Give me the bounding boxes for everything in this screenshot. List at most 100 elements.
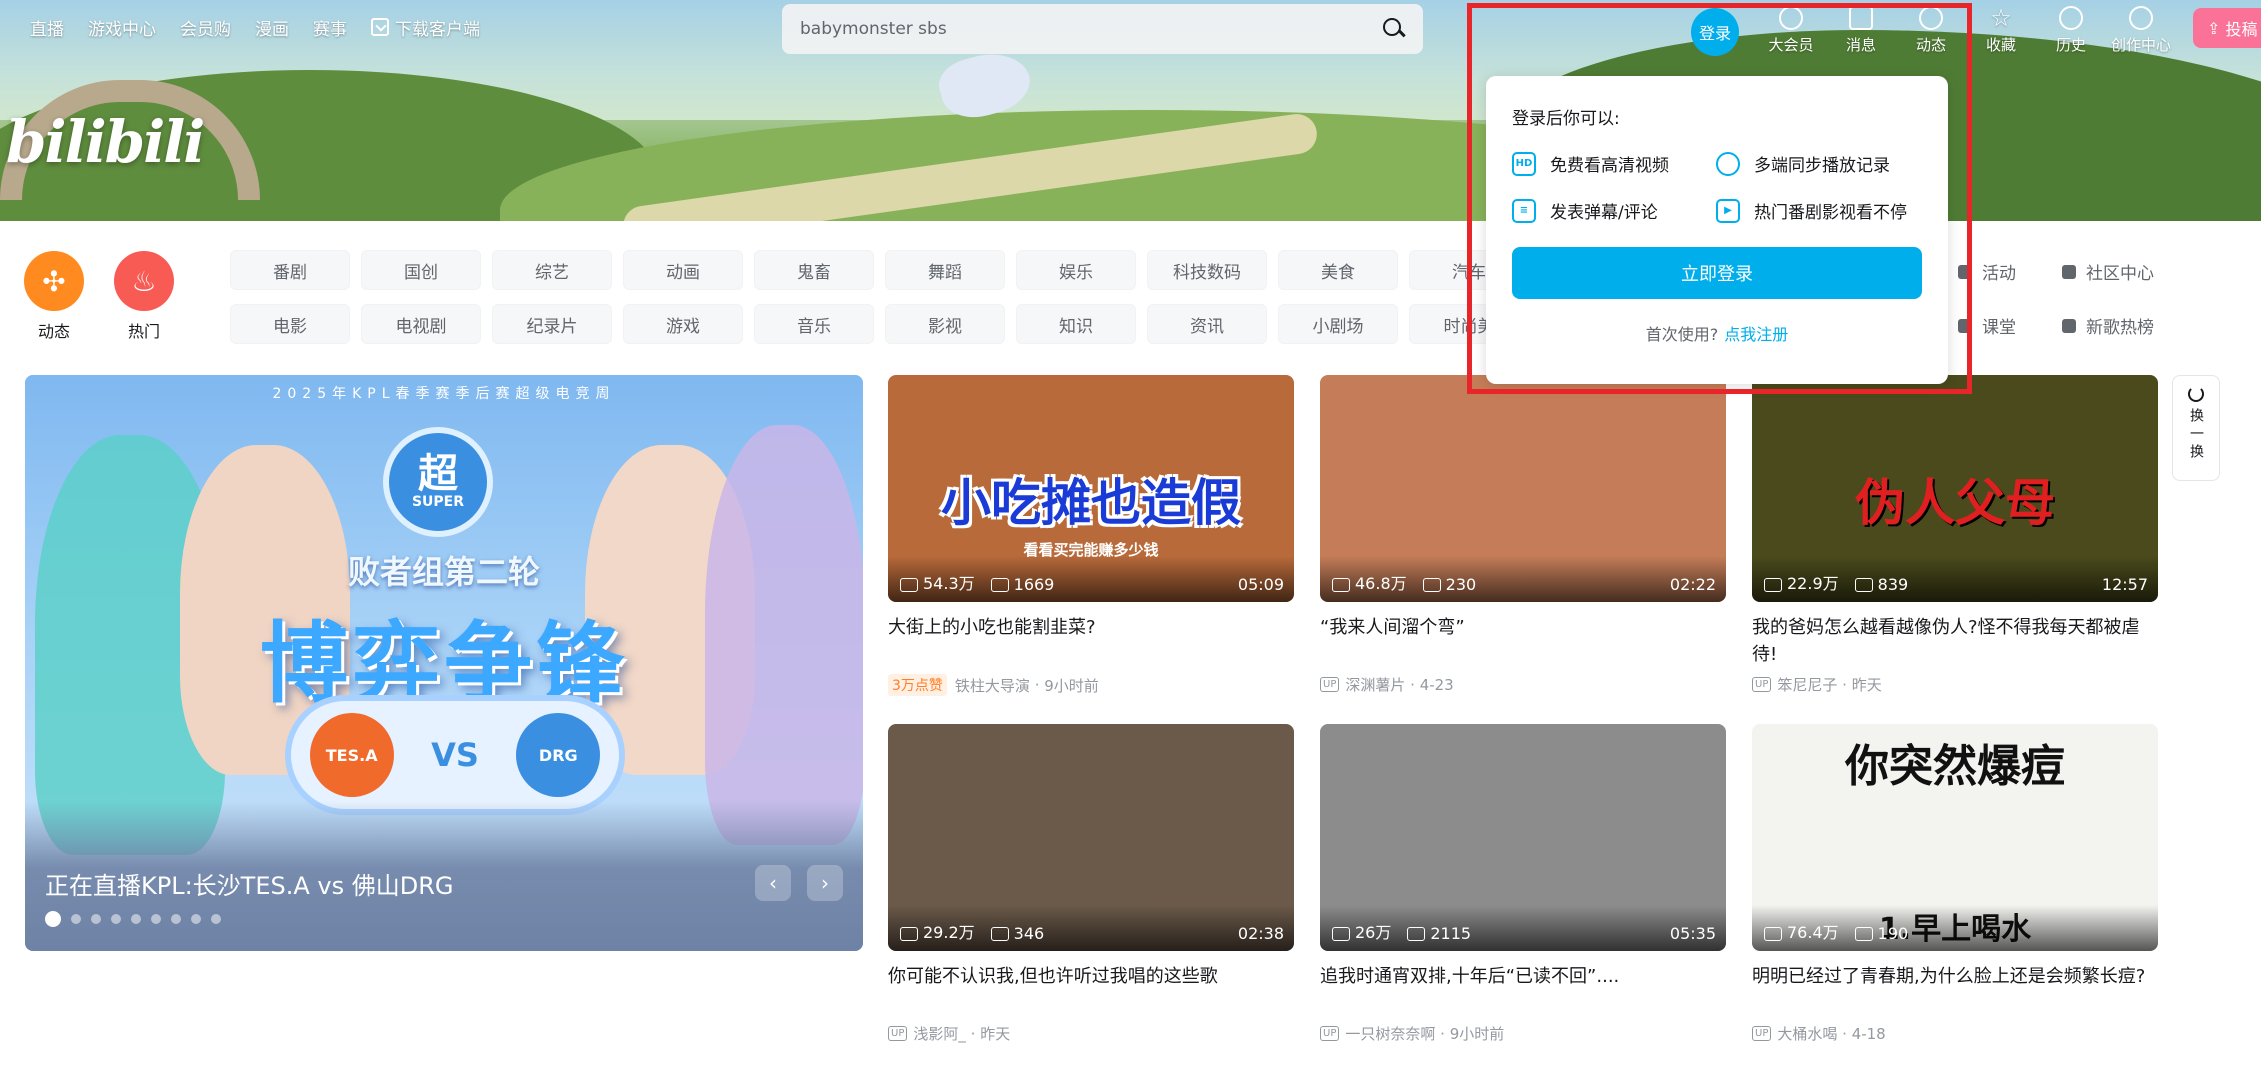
- video-card[interactable]: 小吃摊也造假 看看买完能赚多少钱 54.3万 1669 05:09 大街上的小吃也能割韭菜…: [888, 375, 1294, 696]
- search-bar: [782, 4, 1423, 54]
- video-author[interactable]: 铁柱大导演: [955, 675, 1030, 696]
- carousel-next-button[interactable]: ›: [807, 865, 843, 901]
- vs-label: VS: [431, 736, 479, 774]
- video-author[interactable]: 浅影阿_: [913, 1023, 966, 1044]
- entry-label: 动态: [1915, 36, 1946, 54]
- video-stats: 26万 2115 05:35: [1320, 905, 1726, 951]
- nav-item-live[interactable]: 直播: [30, 15, 64, 40]
- channel-pill[interactable]: 科技数码: [1147, 250, 1267, 290]
- search-icon[interactable]: [1383, 18, 1405, 40]
- danmaku-icon: ≡: [1512, 198, 1536, 223]
- channel-pill[interactable]: 综艺: [492, 250, 612, 290]
- carousel-dot[interactable]: [171, 914, 181, 924]
- video-thumbnail[interactable]: 29.2万 346 02:38: [888, 724, 1294, 951]
- video-card[interactable]: 46.8万 230 02:22 “我来人间溜个弯” UP 深渊薯片 · 4-23: [1320, 375, 1726, 695]
- channel-pill[interactable]: 知识: [1016, 304, 1136, 344]
- nav-item-manga[interactable]: 漫画: [255, 15, 289, 40]
- video-author[interactable]: 笨尼尼子: [1777, 674, 1837, 695]
- carousel-dot[interactable]: [191, 914, 201, 924]
- video-author[interactable]: 大桶水喝: [1777, 1023, 1837, 1044]
- side-link-label: 课堂: [1982, 318, 2016, 338]
- entry-dynamic[interactable]: 动态: [1896, 2, 1966, 55]
- channel-pill[interactable]: 电影: [230, 304, 350, 344]
- hot-channel-button[interactable]: ♨: [114, 251, 174, 311]
- channel-pill[interactable]: 美食: [1278, 250, 1398, 290]
- entry-favorites[interactable]: ☆ 收藏: [1966, 2, 2036, 55]
- carousel-dot[interactable]: [45, 911, 61, 927]
- video-title[interactable]: 追我时通宵双排,十年后“已读不回”....: [1320, 963, 1726, 1017]
- entry-creator-center[interactable]: 创作中心: [2106, 2, 2176, 55]
- carousel-dot[interactable]: [71, 914, 81, 924]
- benefit-list: HD 免费看高清视频 多端同步播放记录 ≡ 发表弹幕/评论 ▶ 热门番剧影视看不停: [1512, 151, 1922, 223]
- hot-channel-label: 热门: [127, 322, 160, 341]
- carousel-dot[interactable]: [91, 914, 101, 924]
- channel-pill[interactable]: 音乐: [754, 304, 874, 344]
- video-thumbnail[interactable]: 26万 2115 05:35: [1320, 724, 1726, 951]
- entry-messages[interactable]: 消息: [1826, 2, 1896, 55]
- channel-pill[interactable]: 资讯: [1147, 304, 1267, 344]
- video-meta: 3万点赞 铁柱大导演 · 9小时前: [888, 674, 1294, 696]
- carousel-dot[interactable]: [151, 914, 161, 924]
- side-link-course[interactable]: 课堂: [1958, 313, 2016, 338]
- channel-pill[interactable]: 舞蹈: [885, 250, 1005, 290]
- popover-title: 登录后你可以:: [1512, 109, 1620, 129]
- channel-pill[interactable]: 动画: [623, 250, 743, 290]
- video-title[interactable]: 我的爸妈怎么越看越像伪人?怪不得我每天都被虐待!: [1752, 614, 2158, 668]
- channel-pill[interactable]: 娱乐: [1016, 250, 1136, 290]
- side-link-label: 新歌热榜: [2086, 318, 2154, 338]
- video-stats: 29.2万 346 02:38: [888, 905, 1294, 951]
- bilibili-logo[interactable]: bilibili: [6, 108, 205, 176]
- carousel-caption[interactable]: 正在直播KPL:长沙TES.A vs 佛山DRG: [45, 866, 454, 901]
- video-title[interactable]: 你可能不认识我,但也许听过我唱的这些歌: [888, 963, 1294, 1017]
- channel-pill[interactable]: 纪录片: [492, 304, 612, 344]
- video-title[interactable]: “我来人间溜个弯”: [1320, 614, 1726, 668]
- channel-pill[interactable]: 电视剧: [361, 304, 481, 344]
- carousel-prev-button[interactable]: ‹: [755, 865, 791, 901]
- dynamic-channel-button[interactable]: ✣: [24, 251, 84, 311]
- register-prompt: 首次使用? 点我注册: [1512, 321, 1922, 345]
- upload-label: 投稿: [2225, 20, 2258, 39]
- video-thumbnail[interactable]: 46.8万 230 02:22: [1320, 375, 1726, 602]
- video-card[interactable]: 29.2万 346 02:38 你可能不认识我,但也许听过我唱的这些歌 UP 浅影阿_ ·…: [888, 724, 1294, 1044]
- side-link-activity[interactable]: 活动: [1958, 259, 2016, 284]
- video-thumbnail[interactable]: 伪人父母 22.9万 839 12:57: [1752, 375, 2158, 602]
- carousel-dot[interactable]: [131, 914, 141, 924]
- channel-pill[interactable]: 游戏: [623, 304, 743, 344]
- upload-button[interactable]: ⇪ 投稿: [2193, 8, 2261, 48]
- video-author[interactable]: 一只树奈奈啊: [1345, 1023, 1435, 1044]
- video-title[interactable]: 明明已经过了青春期,为什么脸上还是会频繁长痘?: [1752, 963, 2158, 1017]
- video-card[interactable]: 26万 2115 05:35 追我时通宵双排,十年后“已读不回”.... UP 一只树奈奈…: [1320, 724, 1726, 1044]
- carousel-dot[interactable]: [211, 914, 221, 924]
- side-link-music-chart[interactable]: 新歌热榜: [2062, 313, 2154, 338]
- login-avatar-button[interactable]: 登录: [1691, 8, 1739, 56]
- chevron-left-icon: ‹: [769, 871, 777, 895]
- nav-item-match[interactable]: 赛事: [313, 15, 347, 40]
- channel-pill[interactable]: 番剧: [230, 250, 350, 290]
- channel-pill[interactable]: 小剧场: [1278, 304, 1398, 344]
- nav-item-download[interactable]: 下载客户端: [371, 15, 480, 40]
- hd-icon: HD: [1512, 151, 1536, 176]
- channel-pill[interactable]: 影视: [885, 304, 1005, 344]
- video-card[interactable]: 你突然爆痘1.早上喝水76.4万190 明明已经过了青春期,为什么脸上还是会频繁长…: [1752, 724, 2158, 1044]
- side-link-community[interactable]: 社区中心: [2062, 259, 2154, 284]
- channel-pill[interactable]: 鬼畜: [754, 250, 874, 290]
- entry-history[interactable]: 历史: [2036, 2, 2106, 55]
- fan-icon: [1919, 6, 1943, 30]
- login-now-button[interactable]: 立即登录: [1512, 247, 1922, 299]
- video-thumbnail[interactable]: 你突然爆痘1.早上喝水76.4万190: [1752, 724, 2158, 951]
- video-title[interactable]: 大街上的小吃也能割韭菜?: [888, 614, 1294, 668]
- video-author[interactable]: 深渊薯片: [1345, 674, 1405, 695]
- entry-vip[interactable]: 大会员: [1756, 2, 1826, 55]
- channel-pill[interactable]: 国创: [361, 250, 481, 290]
- register-link[interactable]: 点我注册: [1724, 325, 1788, 344]
- nav-item-mall[interactable]: 会员购: [180, 15, 231, 40]
- video-card[interactable]: 伪人父母 22.9万 839 12:57 我的爸妈怎么越看越像伪人?怪不得我每天都被虐待…: [1752, 375, 2158, 695]
- nav-item-game-center[interactable]: 游戏中心: [88, 15, 156, 40]
- badge-sub: SUPER: [411, 494, 465, 510]
- refresh-button[interactable]: 换一换: [2172, 375, 2220, 481]
- carousel-dot[interactable]: [111, 914, 121, 924]
- search-input[interactable]: [800, 19, 1383, 39]
- video-thumbnail[interactable]: 小吃摊也造假 看看买完能赚多少钱 54.3万 1669 05:09: [888, 375, 1294, 602]
- hero-carousel[interactable]: 2025年KPL春季赛季后赛超级电竞周 超 SUPER 败者组第二轮 博弈争锋 …: [25, 375, 863, 951]
- benefit-item: 多端同步播放记录: [1716, 151, 1920, 176]
